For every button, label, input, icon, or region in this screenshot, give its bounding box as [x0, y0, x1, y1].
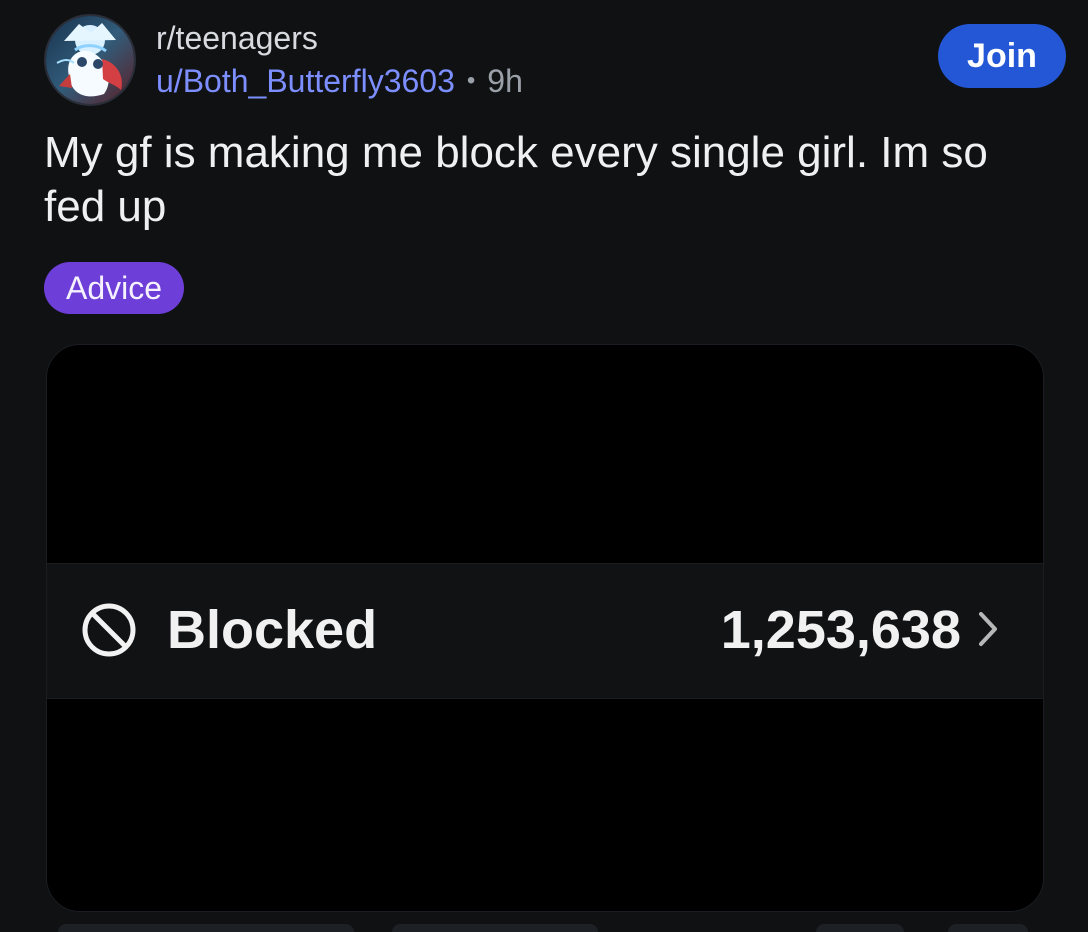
- avatar[interactable]: [44, 14, 136, 106]
- post-meta: r/teenagers u/Both_Butterfly3603 • 9h: [156, 18, 523, 102]
- join-button[interactable]: Join: [938, 24, 1066, 88]
- action-pill-preview[interactable]: [948, 924, 1028, 932]
- avatar-illustration-icon: [46, 16, 134, 104]
- action-pill-preview[interactable]: [392, 924, 598, 932]
- meta-separator: •: [466, 67, 476, 94]
- action-pill-preview[interactable]: [58, 924, 354, 932]
- bottom-actions-preview: [0, 924, 1088, 932]
- blocked-count: 1,253,638: [720, 600, 961, 660]
- post-time: 9h: [487, 63, 523, 99]
- post-header: r/teenagers u/Both_Butterfly3603 • 9h Jo…: [44, 14, 1066, 106]
- byline: u/Both_Butterfly3603 • 9h: [156, 60, 523, 102]
- subreddit-name[interactable]: r/teenagers: [156, 18, 523, 58]
- reddit-post-view: r/teenagers u/Both_Butterfly3603 • 9h Jo…: [0, 0, 1088, 932]
- username-link[interactable]: u/Both_Butterfly3603: [156, 60, 455, 102]
- post-image[interactable]: Blocked 1,253,638: [46, 344, 1044, 912]
- post-flair[interactable]: Advice: [44, 262, 185, 314]
- block-icon: [82, 603, 136, 657]
- post-title: My gf is making me block every single gi…: [44, 128, 988, 231]
- blocked-label: Blocked: [167, 600, 378, 660]
- blocked-row[interactable]: Blocked 1,253,638: [47, 563, 1043, 699]
- action-pill-preview[interactable]: [816, 924, 904, 932]
- chevron-right-icon: [979, 612, 997, 646]
